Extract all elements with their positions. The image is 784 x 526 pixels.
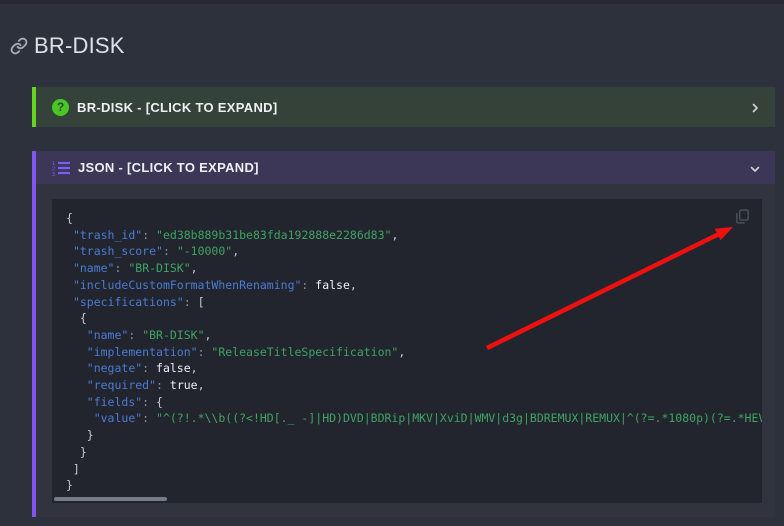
question-admonition: ? BR-DISK - [CLICK TO EXPAND] xyxy=(32,87,775,127)
chevron-right-icon xyxy=(749,101,761,113)
json-code-block: { "trash_id": "ed38b889b31be83fda192888e… xyxy=(52,199,762,503)
link-icon[interactable] xyxy=(10,37,28,55)
json-code: { "trash_id": "ed38b889b31be83fda192888e… xyxy=(66,210,750,494)
copy-icon[interactable] xyxy=(734,208,751,226)
json-admonition-title: JSON - [CLICK TO EXPAND] xyxy=(78,160,259,175)
json-admonition: 1 2 3 JSON - [CLICK TO EXPAND] { "trash_… xyxy=(32,151,775,517)
json-admonition-body: { "trash_id": "ed38b889b31be83fda192888e… xyxy=(36,184,775,517)
page-heading-row: BR-DISK xyxy=(10,31,784,61)
question-admonition-title: BR-DISK - [CLICK TO EXPAND] xyxy=(77,100,277,115)
numbered-list-icon: 1 2 3 xyxy=(52,160,70,176)
page-title: BR-DISK xyxy=(34,33,125,59)
chevron-down-icon xyxy=(749,162,761,174)
page-top-edge xyxy=(0,0,784,4)
question-admonition-header[interactable]: ? BR-DISK - [CLICK TO EXPAND] xyxy=(36,87,775,127)
svg-text:3: 3 xyxy=(52,172,55,176)
json-admonition-header[interactable]: 1 2 3 JSON - [CLICK TO EXPAND] xyxy=(36,151,775,184)
horizontal-scrollbar-thumb[interactable] xyxy=(54,497,167,501)
question-mark-circle-icon: ? xyxy=(52,99,69,116)
